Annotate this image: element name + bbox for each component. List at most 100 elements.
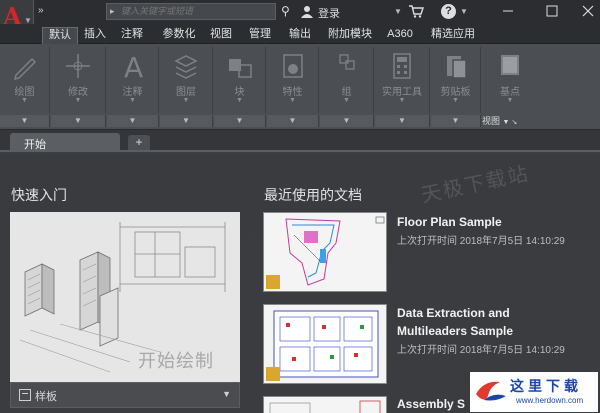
layers-label: 图层 [176,87,196,98]
panel-modify-expand[interactable]: ▼ [51,115,106,127]
panel-utilities-expand[interactable]: ▼ [375,115,430,127]
panel-annotation-expand[interactable]: ▼ [107,115,159,127]
start-drawing-card[interactable]: 开始绘制 [10,212,240,382]
search-arrow-icon: ▸ [110,6,115,16]
panel-modify: 修改 ▼ ▼ [51,47,106,127]
panel-groups-expand[interactable]: ▼ [320,115,374,127]
annotation-button[interactable]: A 注释 ▼ [107,47,159,113]
search-box[interactable]: ▸ [106,3,276,20]
pencil-icon [13,57,36,81]
close-button[interactable] [577,2,599,20]
panel-block-expand[interactable]: ▼ [214,115,266,127]
recent-thumbnail-data-extraction[interactable] [263,304,387,384]
recent-thumbnail-floor-plan[interactable] [263,212,387,292]
recent-item-name[interactable]: Floor Plan Sample [397,213,577,231]
document-tab-strip: 开始 + [0,130,600,152]
tab-addins[interactable]: 附加模块 [323,27,377,44]
chevron-down-icon: ▼ [129,97,136,104]
utilities-button[interactable]: 实用工具 ▼ [375,47,430,113]
chevron-down-icon: ▼ [182,97,190,104]
help-icon[interactable]: ? [441,4,456,19]
recent-thumbnail-assembly[interactable] [263,396,387,413]
view-panel-label: 视图 [482,116,501,126]
panel-draw: 绘图 ▼ ▼ [0,47,50,127]
panel-properties-expand[interactable]: ▼ [267,115,319,127]
tab-insert[interactable]: 插入 [80,27,110,44]
basepoint-icon [501,55,519,75]
properties-icon [282,54,303,78]
properties-button[interactable]: 特性 ▼ [267,47,319,113]
text-icon: A [124,51,143,81]
recent-item-name[interactable]: Data Extraction and Multileaders Sample [397,304,577,340]
group-icon [338,54,355,70]
doc-tab-start[interactable]: 开始 [10,133,120,152]
layers-button[interactable]: 图层 ▼ [160,47,213,113]
modify-label: 修改 [68,87,88,98]
draw-label: 绘图 [14,87,35,98]
chevron-down-icon: ▼ [21,97,28,104]
groups-button[interactable]: 组 ▼ [320,47,374,113]
clipboard-button[interactable]: 剪贴板 ▼ [431,47,481,113]
watermark-text: 天极下载站 [419,162,532,208]
template-icon [19,389,31,401]
floor-plan-thumbnail [266,216,385,289]
chevron-down-icon: ▼ [222,389,231,399]
site-logo: 这里下载 www.herdown.com [470,372,598,412]
maximize-button[interactable] [541,2,563,20]
basepoint-button[interactable]: 基点 ▼ [482,47,538,113]
login-dropdown-icon[interactable]: ▼ [394,7,402,16]
login-label[interactable]: 登录 [318,5,340,21]
tab-featured-apps[interactable]: 精选应用 [426,27,480,44]
binoculars-icon[interactable]: ⚲ [281,4,290,18]
quick-access-more-icon[interactable]: » [38,5,44,16]
tab-output[interactable]: 输出 [284,27,316,44]
template-dropdown[interactable]: 样板 ▼ [10,382,240,408]
site-logo-text: 这里下载 [510,379,582,395]
panel-layers-expand[interactable]: ▼ [160,115,213,127]
tab-view[interactable]: 视图 [205,27,237,44]
panel-draw-expand[interactable]: ▼ [0,115,50,127]
draw-button[interactable]: 绘图 ▼ [0,47,50,113]
panel-utilities: 实用工具 ▼ ▼ [375,47,430,127]
block-icon [228,59,252,78]
recent-item-time: 上次打开时间 2018年7月5日 14:10:29 [397,345,565,356]
basepoint-label: 基点 [500,87,520,98]
minimize-button[interactable] [497,2,519,20]
tab-a360[interactable]: A360 [383,27,417,44]
search-input[interactable] [121,5,271,18]
groups-label: 组 [341,87,352,98]
tab-annotate[interactable]: 注释 [117,27,147,44]
annotation-label: 注释 [122,87,143,98]
ribbon-tab-row: 默认 插入 注释 参数化 视图 管理 输出 附加模块 A360 精选应用 ▭ ▾ [0,24,600,63]
panel-clipboard: 剪贴板 ▼ ▼ [431,47,481,127]
clipboard-label: 剪贴板 [440,87,471,98]
start-drawing-label: 开始绘制 [138,351,214,371]
chevron-down-icon: ▼ [398,97,406,104]
quick-start-title: 快速入门 [11,187,67,203]
panel-annotation: A 注释 ▼ ▼ [107,47,159,127]
svg-text:A: A [124,51,143,81]
chevron-down-icon: ▼ [289,97,296,104]
tab-parametric[interactable]: 参数化 [158,27,200,44]
assembly-thumbnail [269,400,381,413]
user-icon[interactable] [301,5,313,18]
help-dropdown-icon[interactable]: ▼ [460,7,468,16]
chevron-down-icon: ▼ [74,97,82,104]
chevron-down-icon: ▼ ↘ [502,119,518,126]
panel-view-title[interactable]: 视图 ▼ ↘ [482,115,538,127]
site-logo-url: www.herdown.com [516,396,584,405]
block-label: 块 [234,87,245,98]
tab-default[interactable]: 默认 [42,27,78,44]
cart-icon[interactable] [408,4,424,18]
chevron-down-icon: ▼ [452,97,459,104]
tab-manage[interactable]: 管理 [244,27,276,44]
calculator-icon [393,53,411,79]
panel-clipboard-expand[interactable]: ▼ [431,115,481,127]
layers-icon [174,55,198,79]
panel-groups: 组 ▼ ▼ [320,47,374,127]
new-tab-button[interactable]: + [128,135,150,150]
block-button[interactable]: 块 ▼ [214,47,266,113]
site-logo-mark-icon [476,381,506,401]
panel-layers: 图层 ▼ ▼ [160,47,213,127]
modify-button[interactable]: 修改 ▼ [51,47,106,113]
